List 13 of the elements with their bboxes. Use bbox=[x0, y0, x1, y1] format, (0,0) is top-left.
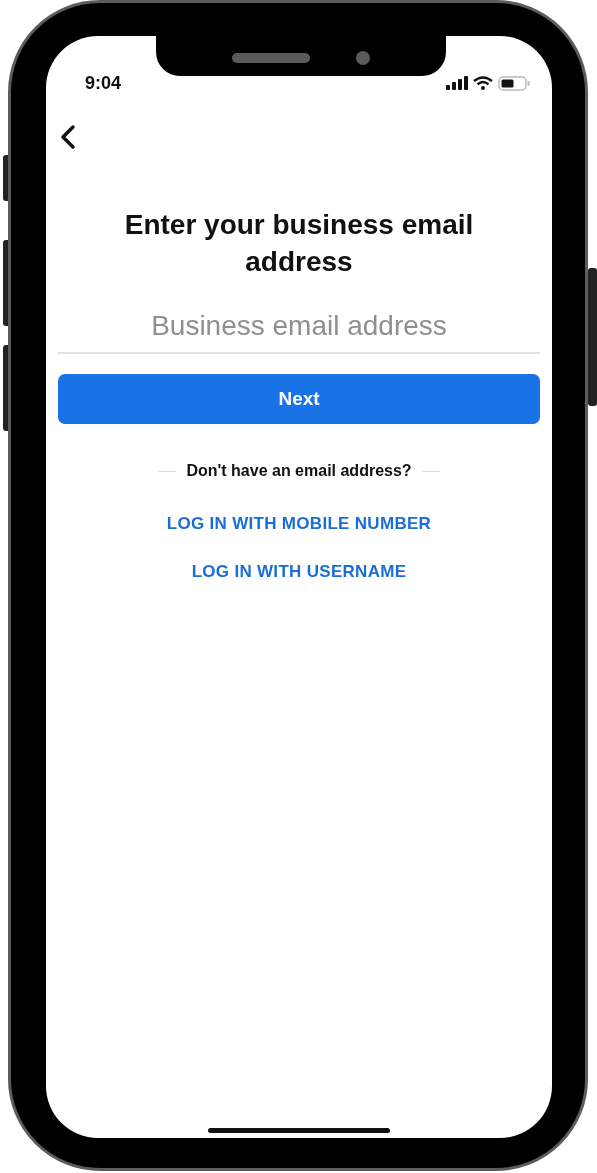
camera-icon bbox=[356, 51, 370, 65]
email-input-field[interactable]: Business email address bbox=[58, 302, 540, 354]
page-title: Enter your business email address bbox=[123, 208, 475, 279]
status-time: 9:04 bbox=[85, 72, 122, 94]
speaker-icon bbox=[232, 53, 310, 63]
signal-icon bbox=[446, 76, 468, 90]
wifi-icon bbox=[473, 76, 493, 90]
login-option-link[interactable]: LOG IN WITH MOBILE NUMBER bbox=[166, 514, 432, 534]
login-option-link[interactable]: LOG IN WITH USERNAME bbox=[191, 562, 407, 582]
alternative-prompt: Don't have an email address? bbox=[186, 462, 412, 480]
battery-icon bbox=[498, 75, 530, 91]
next-button[interactable]: Next bbox=[58, 374, 540, 424]
back-icon[interactable] bbox=[59, 124, 77, 150]
